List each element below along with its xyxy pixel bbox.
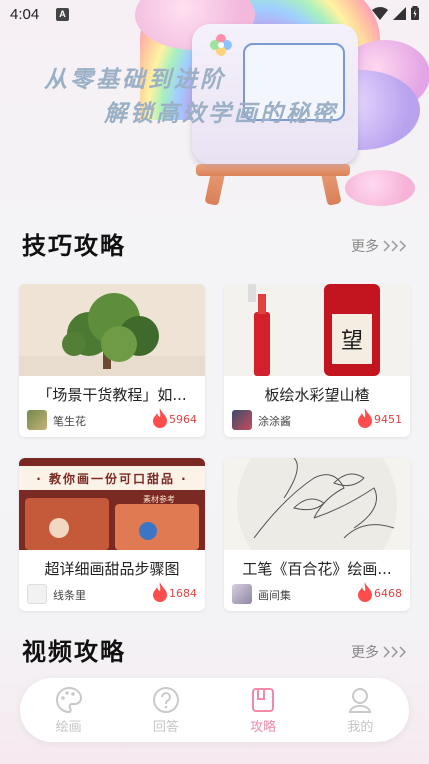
card-heat-count: 1684: [169, 587, 197, 600]
videos-more-link[interactable]: 更多: [351, 642, 407, 662]
user-icon: [349, 687, 372, 713]
section-title-skills: 技巧攻略: [22, 231, 126, 260]
article-card[interactable]: 「场景干货教程」如... 笔生花 5964: [19, 284, 205, 437]
thumbnail-caption: · 教你画一份可口甜品 ·: [36, 472, 188, 486]
fire-icon: [358, 408, 372, 428]
article-card[interactable]: 望 板绘水彩望山楂 涂涂酱 9451: [224, 284, 410, 437]
nav-item-guide[interactable]: 攻略: [215, 678, 312, 742]
avatar: [232, 410, 252, 430]
nav-item-draw[interactable]: 绘画: [20, 678, 117, 742]
article-card[interactable]: · 教你画一份可口甜品 · 素材参考 超详细画甜品步骤图 线条里 1684: [19, 458, 205, 611]
bottom-nav: 绘画 回答 攻略 我的: [20, 678, 409, 742]
card-title: 板绘水彩望山楂: [264, 386, 370, 404]
nav-label: 攻略: [250, 719, 277, 735]
fire-icon: [153, 582, 167, 602]
card-author: 线条里: [53, 589, 86, 602]
card-thumbnail: · 教你画一份可口甜品 · 素材参考: [19, 458, 205, 550]
card-thumbnail: [224, 458, 410, 550]
card-title: 「场景干货教程」如...: [37, 386, 187, 404]
article-card[interactable]: 工笔《百合花》绘画... 画间集 6468: [224, 458, 410, 611]
card-author: 笔生花: [53, 415, 86, 428]
card-author: 画间集: [258, 589, 291, 602]
card-title: 超详细画甜品步骤图: [44, 560, 180, 578]
flower-logo-icon: [208, 32, 234, 58]
hero-banner[interactable]: 从零基础到进阶 解锁高效学画的秘密: [0, 0, 429, 215]
card-author: 涂涂酱: [258, 415, 291, 428]
fire-icon: [358, 582, 372, 602]
card-heat-count: 5964: [169, 413, 197, 426]
banner-headline-2: 解锁高效学画的秘密: [104, 100, 338, 127]
nav-label: 绘画: [55, 719, 82, 735]
chevron-right-icon: [383, 240, 407, 252]
avatar: [232, 584, 252, 604]
chevron-right-icon: [383, 646, 407, 658]
nav-label: 我的: [347, 719, 374, 735]
more-label: 更多: [351, 645, 379, 661]
easel-leg: [196, 164, 350, 176]
avatar: [27, 584, 47, 604]
nav-label: 回答: [152, 719, 179, 735]
card-title: 工笔《百合花》绘画...: [242, 560, 392, 578]
palette-icon: [55, 686, 82, 713]
card-heat-count: 9451: [374, 413, 402, 426]
skills-more-link[interactable]: 更多: [351, 236, 407, 256]
cloud-decoration: [345, 170, 415, 206]
nav-item-mine[interactable]: 我的: [312, 678, 409, 742]
nav-item-answer[interactable]: 回答: [117, 678, 214, 742]
more-label: 更多: [351, 239, 379, 255]
fire-icon: [153, 408, 167, 428]
svg-text:望: 望: [341, 329, 363, 354]
card-thumbnail: 望: [224, 284, 410, 376]
banner-headline-1: 从零基础到进阶: [44, 66, 226, 93]
card-thumbnail: [19, 284, 205, 376]
book-icon: [252, 687, 275, 712]
card-heat-count: 6468: [374, 587, 402, 600]
section-title-videos: 视频攻略: [22, 637, 126, 666]
avatar: [27, 410, 47, 430]
question-icon: [152, 686, 179, 713]
